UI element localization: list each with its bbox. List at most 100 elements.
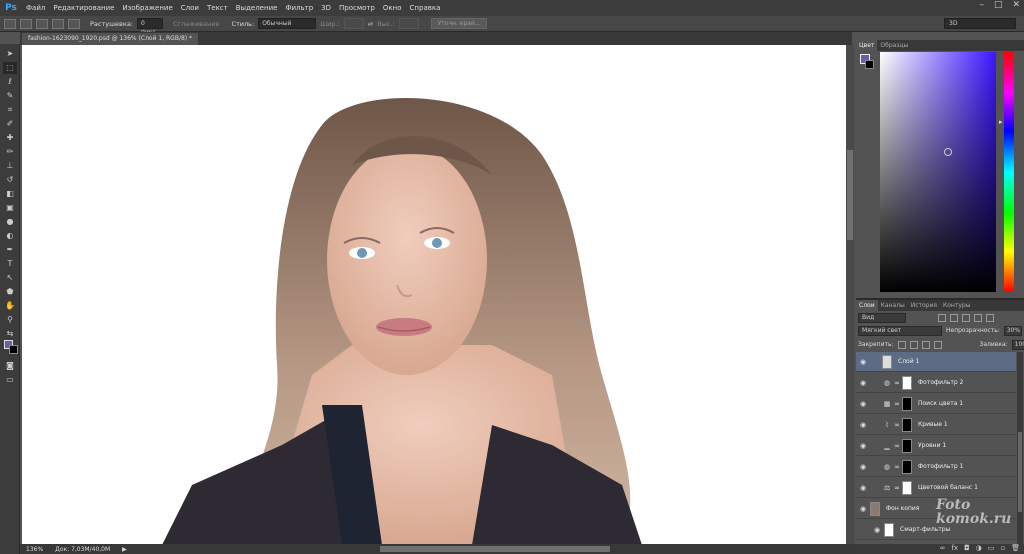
layer-row-sloy1[interactable]: ◉ Слой 1 [856, 352, 1016, 372]
filter-pixel-icon[interactable] [938, 313, 946, 322]
adjustment-layer-icon[interactable]: ◑ [976, 544, 982, 554]
height-field[interactable] [398, 18, 419, 29]
intersect-selection-icon[interactable] [68, 18, 80, 29]
eraser-tool-icon[interactable]: ◧ [3, 188, 17, 200]
lock-transparent-icon[interactable] [897, 340, 906, 349]
quick-mask-icon[interactable]: ◙ [3, 360, 17, 372]
delete-layer-icon[interactable]: 🗑 [1011, 544, 1020, 554]
canvas[interactable] [22, 45, 846, 545]
lasso-tool-icon[interactable]: ℓ [3, 76, 17, 88]
visibility-eye-icon[interactable]: ◉ [856, 358, 870, 366]
menu-window[interactable]: Окно [379, 4, 406, 12]
history-brush-tool-icon[interactable]: ↺ [3, 174, 17, 186]
layers-scrollbar[interactable] [1017, 352, 1023, 548]
gradient-tool-icon[interactable]: ▣ [3, 202, 17, 214]
document-tab[interactable]: fashion-1623090_1920.psd @ 136% (Слой 1,… [22, 33, 199, 45]
screen-mode-icon[interactable]: ▭ [3, 374, 17, 386]
add-mask-icon[interactable]: ◘ [964, 544, 970, 554]
add-selection-icon[interactable] [36, 18, 48, 29]
menu-edit[interactable]: Редактирование [49, 4, 118, 12]
lock-all-icon[interactable] [933, 340, 942, 349]
visibility-eye-icon[interactable]: ◉ [856, 421, 870, 429]
move-tool-icon[interactable]: ➤ [3, 48, 17, 60]
layer-row-photofilter2[interactable]: ◉ ◍ ∞ Фотофильтр 2 [856, 373, 1016, 393]
layer-kind-select[interactable]: Вид [858, 312, 906, 323]
link-layers-icon[interactable]: ∞ [940, 544, 946, 554]
lock-pixels-icon[interactable] [909, 340, 918, 349]
blur-tool-icon[interactable]: ● [3, 216, 17, 228]
hue-slider[interactable] [1004, 52, 1014, 292]
brush-tool-icon[interactable]: ✏ [3, 146, 17, 158]
type-tool-icon[interactable]: T [3, 258, 17, 270]
status-arrow-icon[interactable]: ▶ [122, 546, 127, 553]
color-picker-field[interactable] [880, 52, 996, 292]
panel-background-swatch[interactable] [865, 60, 874, 69]
width-field[interactable] [343, 18, 364, 29]
workspace-select[interactable]: 3D [944, 18, 1016, 29]
menu-file[interactable]: Файл [22, 4, 49, 12]
fill-field[interactable]: 100% [1011, 339, 1024, 350]
new-selection-icon[interactable] [20, 18, 32, 29]
quick-select-tool-icon[interactable]: ✎ [3, 90, 17, 102]
layer-row-levels1[interactable]: ◉ ▁ ∞ Уровни 1 [856, 436, 1016, 456]
vertical-scroll-thumb[interactable] [847, 150, 853, 240]
blend-mode-select[interactable]: Мягкий свет [858, 325, 942, 336]
menu-help[interactable]: Справка [406, 4, 445, 12]
marquee-tool-icon[interactable]: ⬚ [3, 62, 17, 74]
visibility-eye-icon[interactable]: ◉ [870, 526, 884, 534]
swap-icon[interactable]: ⇄ [368, 20, 373, 28]
zoom-level[interactable]: 136% [26, 546, 43, 553]
layers-scroll-thumb[interactable] [1018, 432, 1022, 512]
subtract-selection-icon[interactable] [52, 18, 64, 29]
visibility-eye-icon[interactable]: ◉ [856, 484, 870, 492]
minimize-icon[interactable]: – [979, 0, 984, 10]
style-select[interactable]: Обычный [258, 18, 317, 29]
tab-history[interactable]: История [908, 300, 940, 311]
layer-row-photofilter1[interactable]: ◉ ◍ ∞ Фотофильтр 1 [856, 457, 1016, 477]
layer-row-colorbalance1[interactable]: ◉ ⚖ ∞ Цветовой баланс 1 [856, 478, 1016, 498]
menu-view[interactable]: Просмотр [335, 4, 379, 12]
menu-image[interactable]: Изображение [118, 4, 176, 12]
filter-adjust-icon[interactable] [950, 313, 958, 322]
tab-paths[interactable]: Контуры [940, 300, 973, 311]
hue-slider-arrow-icon[interactable]: ▸ [999, 118, 1003, 126]
vertical-scrollbar[interactable] [846, 45, 854, 545]
visibility-eye-icon[interactable]: ◉ [856, 463, 870, 471]
tab-layers[interactable]: Слои [856, 300, 878, 311]
opacity-field[interactable]: 30% [1003, 325, 1022, 336]
eyedropper-tool-icon[interactable]: ✐ [3, 118, 17, 130]
visibility-eye-icon[interactable]: ◉ [856, 442, 870, 450]
layer-row-colorlookup1[interactable]: ◉ ▦ ∞ Поиск цвета 1 [856, 394, 1016, 414]
menu-3d[interactable]: 3D [317, 4, 335, 12]
background-color-swatch[interactable] [9, 345, 18, 354]
swap-colors-icon[interactable]: ⇆ [3, 328, 17, 340]
maximize-icon[interactable]: □ [994, 0, 1003, 10]
tab-swatches[interactable]: Образцы [877, 40, 911, 51]
horizontal-scroll-thumb[interactable] [380, 546, 610, 552]
hand-tool-icon[interactable]: ✋ [3, 300, 17, 312]
dodge-tool-icon[interactable]: ◐ [3, 230, 17, 242]
zoom-tool-icon[interactable]: ⚲ [3, 314, 17, 326]
marquee-preset-icon[interactable] [4, 18, 16, 29]
lock-position-icon[interactable] [921, 340, 930, 349]
filter-shape-icon[interactable] [974, 313, 982, 322]
new-layer-icon[interactable]: ▫ [1000, 544, 1005, 554]
filter-type-icon[interactable] [962, 313, 970, 322]
filter-smart-icon[interactable] [986, 313, 994, 322]
pen-tool-icon[interactable]: ✒ [3, 244, 17, 256]
visibility-eye-icon[interactable]: ◉ [856, 400, 870, 408]
menu-type[interactable]: Текст [203, 4, 232, 12]
new-group-icon[interactable]: ▭ [988, 544, 995, 554]
menu-select[interactable]: Выделение [232, 4, 282, 12]
feather-field[interactable]: 0 пикс. [137, 18, 163, 36]
close-icon[interactable]: ✕ [1012, 0, 1020, 10]
tab-color[interactable]: Цвет [856, 40, 878, 51]
smooth-checkbox-label[interactable]: Сглаживание [173, 20, 219, 28]
fx-icon[interactable]: fx [951, 544, 958, 554]
path-select-tool-icon[interactable]: ↖ [3, 272, 17, 284]
tab-channels[interactable]: Каналы [878, 300, 908, 311]
crop-tool-icon[interactable]: ⌗ [3, 104, 17, 116]
visibility-eye-icon[interactable]: ◉ [856, 505, 870, 513]
menu-filter[interactable]: Фильтр [281, 4, 317, 12]
visibility-eye-icon[interactable]: ◉ [856, 379, 870, 387]
